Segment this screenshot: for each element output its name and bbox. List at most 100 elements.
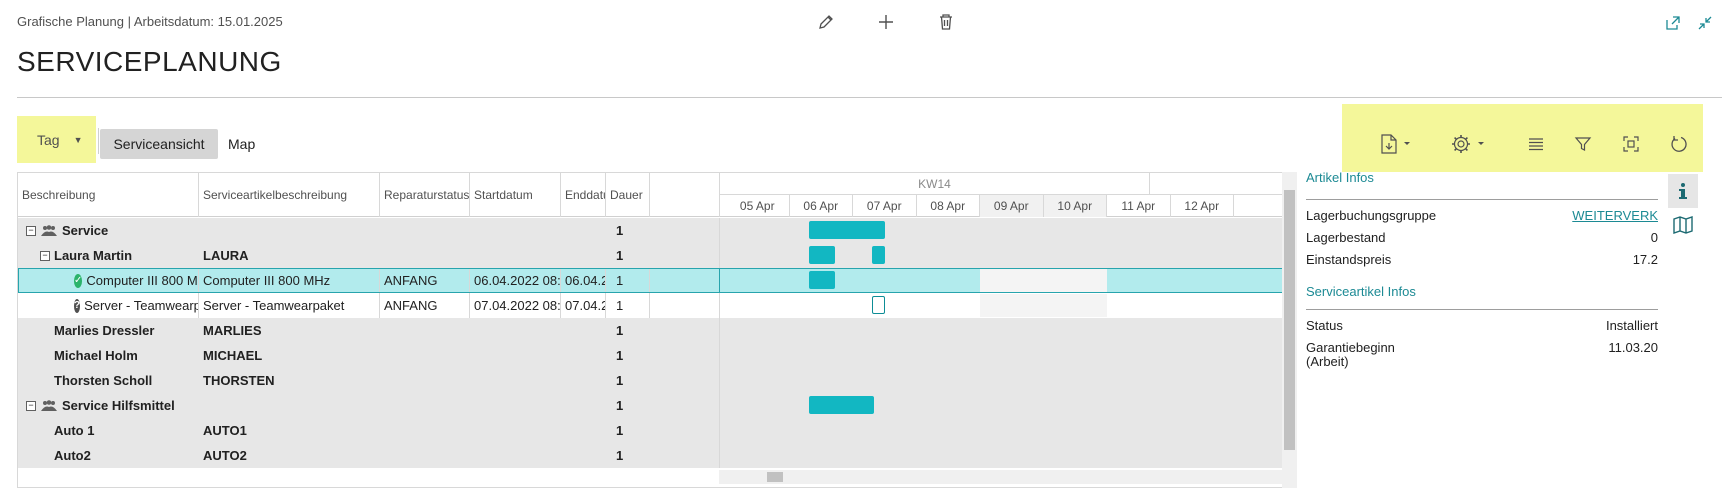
horizontal-scroll-thumb[interactable] (767, 472, 783, 482)
horizontal-scrollbar[interactable] (719, 470, 1282, 484)
table-cell: ?Server - Teamwearpaket (18, 293, 199, 318)
page-title: SERVICEPLANUNG (17, 46, 282, 77)
table-cell: 1 (606, 443, 650, 468)
gantt-bar[interactable] (808, 246, 836, 264)
table-row[interactable]: Marlies Dressler MARLIES 1 (18, 318, 720, 343)
collapse-icon[interactable] (1694, 12, 1716, 34)
vertical-scrollbar[interactable] (1282, 172, 1297, 488)
gantt-row[interactable] (720, 443, 1296, 468)
table-cell: 1 (606, 418, 650, 443)
export-document-icon[interactable] (1378, 132, 1412, 156)
table-cell: 06.04.2022 08:00 (470, 268, 561, 293)
period-label: Tag (37, 131, 60, 148)
week-label: KW14 (720, 173, 1150, 195)
collapse-toggle-icon[interactable]: − (40, 250, 50, 261)
tab-map[interactable]: Map (228, 129, 255, 159)
table-row[interactable]: ?Server - TeamwearpaketServer - Teamwear… (18, 293, 720, 318)
table-cell: − Service Hilfsmittel (18, 393, 199, 418)
row-description: Michael Holm (54, 348, 138, 363)
grid-header: Beschreibung Serviceartikelbeschreibung Re… (18, 173, 720, 217)
table-cell: Michael Holm (18, 343, 199, 368)
table-cell (650, 393, 720, 418)
field-value: 11.03.20 (1608, 339, 1658, 355)
table-cell (561, 318, 606, 343)
service-divider (1306, 309, 1658, 310)
grid-body: − Service 1− Laura Martin LAURA 1 ✓ Computer II… (18, 218, 720, 468)
table-cell (650, 418, 720, 443)
table-row[interactable]: − Laura Martin LAURA 1 (18, 243, 720, 268)
edit-icon[interactable] (796, 10, 856, 34)
top-actions (796, 10, 976, 34)
map-tab[interactable] (1668, 208, 1698, 242)
field-link[interactable]: WEITERVERK (1572, 208, 1658, 223)
table-cell: MARLIES (199, 318, 380, 343)
gantt-row[interactable] (720, 343, 1296, 368)
table-row[interactable]: Michael Holm MICHAEL 1 (18, 343, 720, 368)
field-value: Installiert (1605, 317, 1658, 333)
filter-icon[interactable] (1574, 132, 1592, 156)
table-cell (380, 393, 470, 418)
table-cell: ANFANG (380, 293, 470, 318)
gantt-body (720, 218, 1296, 468)
table-cell: − Laura Martin (18, 243, 199, 268)
column-header[interactable]: Reparaturstatus (380, 173, 470, 217)
fit-screen-icon[interactable] (1622, 132, 1640, 156)
row-description: Computer III 800 MHz (86, 273, 198, 288)
header-spacer (650, 173, 720, 217)
gantt-bar[interactable] (808, 271, 836, 289)
table-cell: Marlies Dressler (18, 318, 199, 343)
collapse-toggle-icon[interactable]: − (26, 400, 36, 411)
gantt-row[interactable] (720, 393, 1296, 418)
list-icon[interactable] (1527, 132, 1545, 156)
collapse-toggle-icon[interactable]: − (26, 225, 36, 236)
info-panel: Artikel Infos Lagerbuchungsgruppe WEITERV… (1306, 170, 1658, 369)
refresh-icon[interactable] (1670, 132, 1688, 156)
table-cell: 06.04.2022 (561, 268, 606, 293)
table-row[interactable]: Auto2 AUTO2 1 (18, 443, 720, 468)
table-cell: Computer III 800 MHz (199, 268, 380, 293)
settings-gear-icon[interactable] (1450, 132, 1486, 156)
table-row[interactable]: ✓Computer III 800 MHzComputer III 800 MH… (18, 268, 720, 293)
table-cell: 1 (606, 318, 650, 343)
gantt-row[interactable] (720, 368, 1296, 393)
table-cell (561, 443, 606, 468)
table-row[interactable]: − Service Hilfsmittel 1 (18, 393, 720, 418)
gantt-row[interactable] (720, 218, 1296, 243)
tab-serviceansicht[interactable]: Serviceansicht (100, 129, 218, 159)
table-cell (470, 218, 561, 243)
gantt-row[interactable] (720, 243, 1296, 268)
table-cell (561, 243, 606, 268)
open-new-window-icon[interactable] (1662, 12, 1684, 34)
gantt-bar[interactable] (872, 246, 885, 264)
table-cell: Auto 1 (18, 418, 199, 443)
vertical-scroll-thumb[interactable] (1284, 190, 1295, 450)
table-cell (380, 318, 470, 343)
table-cell (470, 318, 561, 343)
table-cell (561, 343, 606, 368)
column-header[interactable]: Serviceartikelbeschreibung (199, 173, 380, 217)
gantt-bar[interactable] (808, 221, 885, 239)
table-row[interactable]: − Service 1 (18, 218, 720, 243)
delete-icon[interactable] (916, 10, 976, 34)
column-header[interactable]: Beschreibung (18, 173, 199, 217)
column-header[interactable]: Startdatum (470, 173, 561, 217)
weekend-cell (980, 294, 1044, 317)
column-header[interactable]: Enddatum (561, 173, 606, 217)
gantt-row[interactable] (720, 318, 1296, 343)
period-dropdown[interactable]: Tag ▼ (17, 116, 96, 163)
field-label: Lagerbestand (1306, 229, 1386, 245)
table-cell: AUTO1 (199, 418, 380, 443)
table-cell: THORSTEN (199, 368, 380, 393)
info-tab[interactable] (1668, 174, 1698, 208)
table-row[interactable]: Auto 1 AUTO1 1 (18, 418, 720, 443)
column-header[interactable]: Dauer (606, 173, 650, 217)
gantt-bar[interactable] (808, 396, 874, 414)
add-icon[interactable] (856, 10, 916, 34)
table-row[interactable]: Thorsten Scholl THORSTEN 1 (18, 368, 720, 393)
gantt-bar[interactable] (872, 296, 885, 314)
table-cell (650, 243, 720, 268)
table-cell (650, 443, 720, 468)
view-separator (98, 128, 99, 154)
gantt-row[interactable] (720, 418, 1296, 443)
table-cell: 07.04.2022 08:00 (470, 293, 561, 318)
